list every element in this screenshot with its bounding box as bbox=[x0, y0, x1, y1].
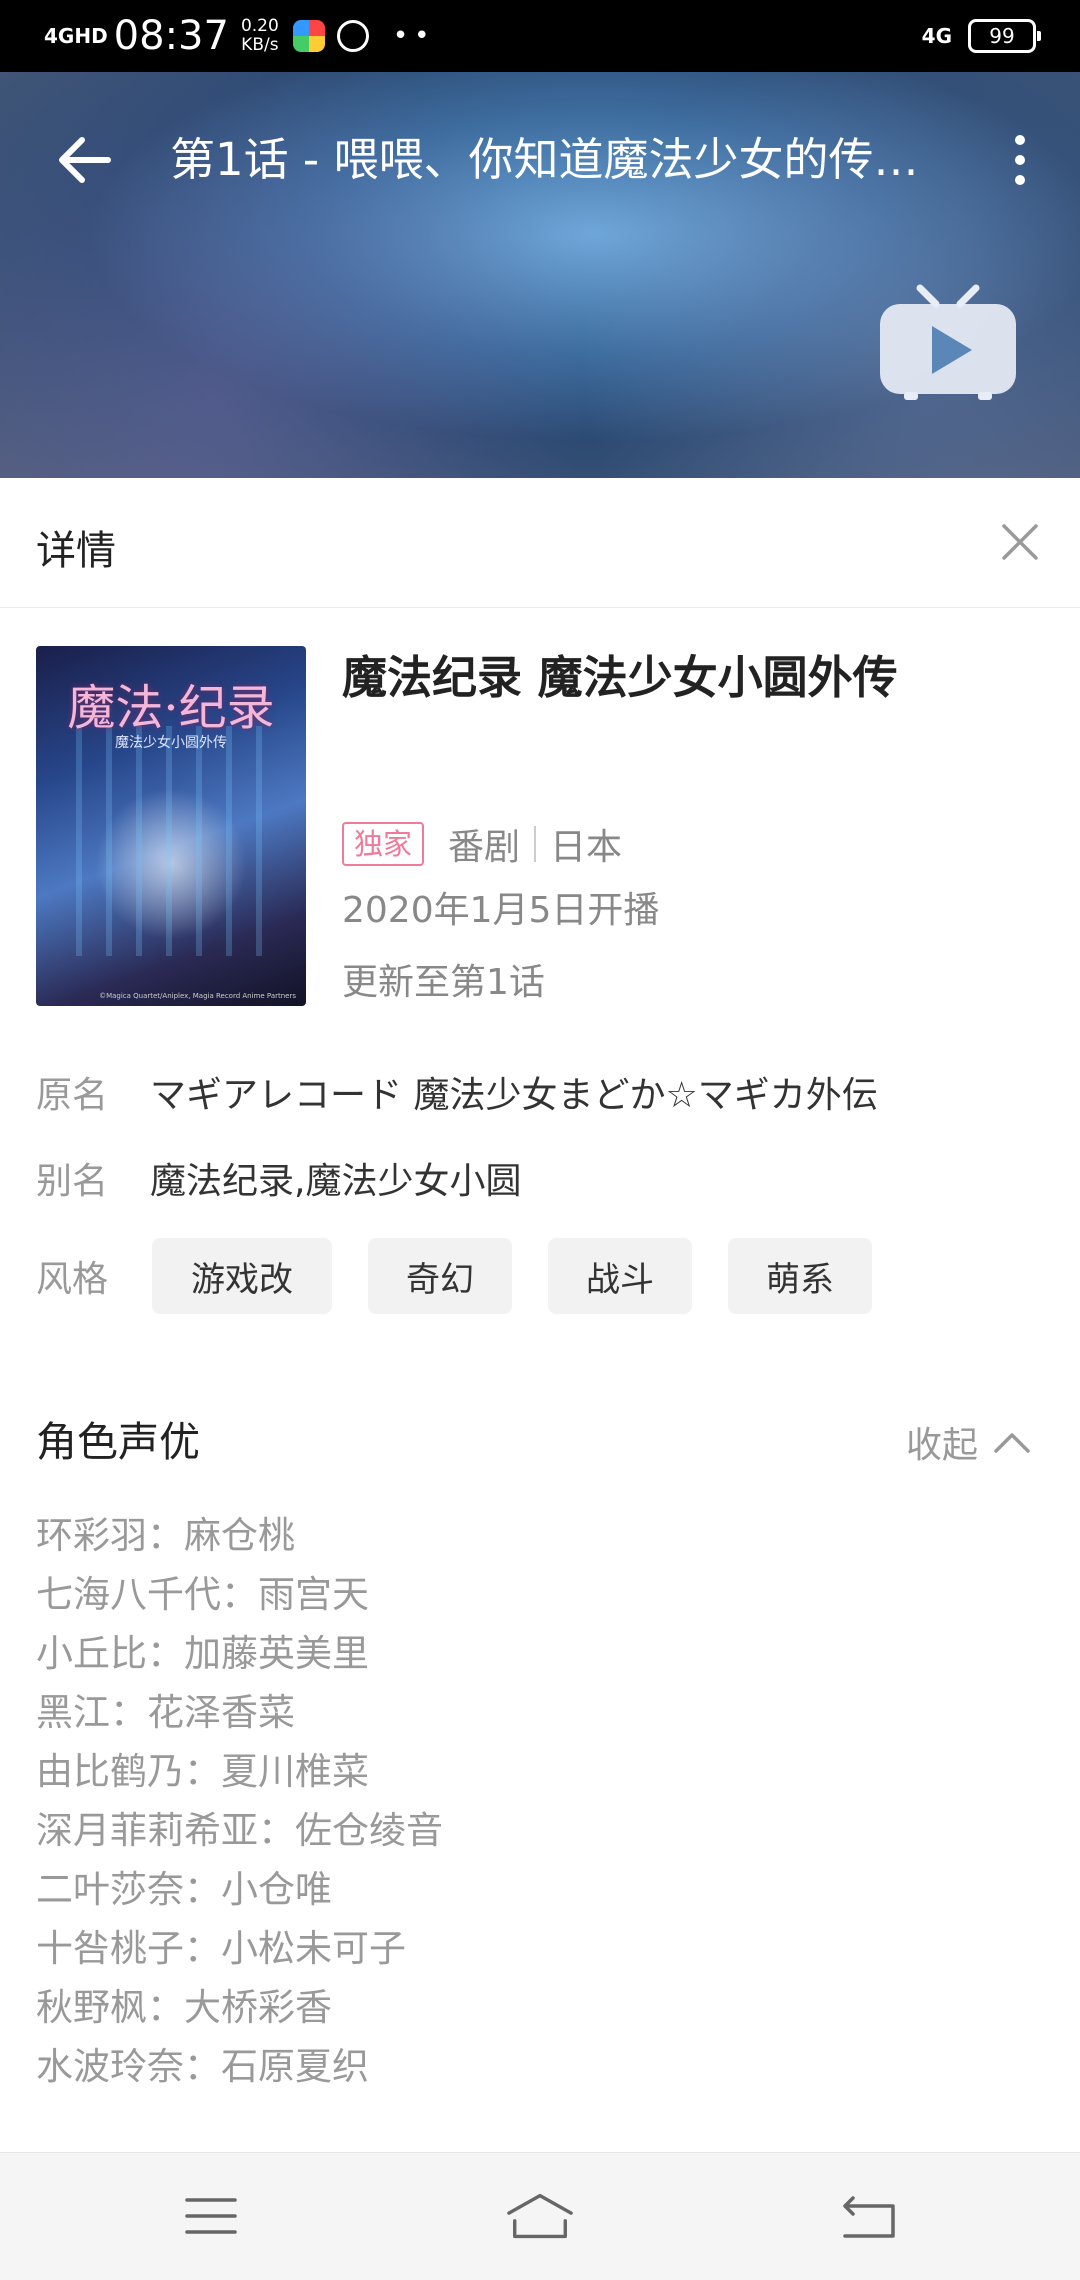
alias-value: 魔法纪录,魔法少女小圆 bbox=[150, 1161, 522, 1202]
poster-subtitle: 魔法少女小圆外传 bbox=[115, 735, 227, 751]
network-speed: 0.20 KB/s bbox=[241, 17, 279, 55]
style-label: 风格 bbox=[36, 1259, 109, 1300]
anime-type: 番剧 bbox=[448, 827, 521, 868]
collapse-label: 收起 bbox=[906, 1425, 979, 1466]
network-type-icon: 4G bbox=[921, 24, 952, 48]
cast-item: 水波玲奈：石原夏织 bbox=[36, 2045, 369, 2088]
cast-section-title: 角色声优 bbox=[36, 1418, 200, 1466]
more-vertical-icon-dot bbox=[1015, 175, 1025, 185]
more-options-button[interactable] bbox=[1000, 124, 1040, 196]
status-bar: 4GHD 08:37 0.20 KB/s •• 4G 99 bbox=[0, 0, 1080, 72]
back-button[interactable] bbox=[48, 124, 120, 196]
cast-item: 七海八千代：雨宫天 bbox=[36, 1573, 369, 1616]
home-button[interactable] bbox=[505, 2183, 575, 2249]
style-tag[interactable]: 萌系 bbox=[728, 1238, 872, 1314]
cast-list: 环彩羽：麻仓桃 七海八千代：雨宫天 小丘比：加藤英美里 黑江：花泽香菜 由比鹤乃… bbox=[36, 1506, 443, 2096]
tv-play-icon[interactable] bbox=[876, 282, 1020, 402]
cast-item: 十咎桃子：小松未可子 bbox=[36, 1927, 406, 1970]
poster-credit: ©Magica Quartet/Aniplex, Magia Record An… bbox=[99, 992, 296, 1000]
original-name-value: マギアレコード 魔法少女まどか☆マギカ外伝 bbox=[150, 1075, 878, 1116]
anime-poster: 魔法·纪录 魔法少女小圆外传 ©Magica Quartet/Aniplex, … bbox=[36, 646, 306, 1006]
cast-item: 小丘比：加藤英美里 bbox=[36, 1632, 369, 1675]
original-name-row: 原名 マギアレコード 魔法少女まどか☆マギカ外伝 bbox=[36, 1062, 878, 1122]
alias-label: 别名 bbox=[36, 1161, 109, 1202]
update-status: 更新至第1话 bbox=[342, 962, 545, 1003]
anime-meta: 独家 番剧 日本 bbox=[342, 818, 622, 870]
close-icon[interactable] bbox=[1000, 522, 1040, 562]
detail-panel-header: 详情 bbox=[0, 478, 1080, 608]
cast-item: 深月菲莉希亚：佐仓绫音 bbox=[36, 1809, 443, 1852]
exclusive-badge: 独家 bbox=[342, 822, 425, 866]
system-nav-bar bbox=[0, 2152, 1080, 2280]
cast-item: 秋野枫：大桥彩香 bbox=[36, 1986, 332, 2029]
original-name-label: 原名 bbox=[36, 1075, 109, 1116]
more-notifications-icon: •• bbox=[392, 21, 436, 51]
meta-divider bbox=[534, 826, 537, 862]
video-player-header[interactable]: 第1话 - 喂喂、你知道魔法少女的传闻吗？ bbox=[0, 72, 1080, 478]
more-vertical-icon-dot bbox=[1015, 135, 1025, 145]
alias-row: 别名 魔法纪录,魔法少女小圆 bbox=[36, 1148, 521, 1208]
back-icon bbox=[843, 2196, 895, 2238]
arrow-left-icon bbox=[59, 137, 111, 183]
cast-item: 黑江：花泽香菜 bbox=[36, 1691, 295, 1734]
anime-region: 日本 bbox=[550, 827, 623, 868]
browser-notification-icon bbox=[336, 20, 369, 52]
anime-title: 魔法纪录 魔法少女小圆外传 bbox=[342, 651, 898, 704]
menu-icon bbox=[185, 2198, 237, 2234]
style-tags: 游戏改 奇幻 战斗 萌系 bbox=[152, 1238, 872, 1314]
collapse-button[interactable]: 收起 bbox=[906, 1412, 1032, 1472]
network-speed-unit: KB/s bbox=[241, 35, 279, 55]
poster-logo: 魔法·纪录 bbox=[67, 680, 275, 736]
home-icon bbox=[507, 2193, 573, 2239]
style-tag[interactable]: 游戏改 bbox=[152, 1238, 332, 1314]
signal-icon: 4GHD bbox=[44, 24, 108, 48]
episode-title: 第1话 - 喂喂、你知道魔法少女的传闻吗？ bbox=[170, 133, 930, 186]
detail-title: 详情 bbox=[36, 528, 116, 574]
cast-item: 环彩羽：麻仓桃 bbox=[36, 1514, 295, 1557]
app-notification-icon bbox=[292, 20, 325, 52]
status-time: 08:37 bbox=[113, 13, 229, 59]
style-row: 风格 bbox=[36, 1246, 150, 1306]
battery-level: 99 bbox=[989, 24, 1015, 48]
style-tag[interactable]: 奇幻 bbox=[368, 1238, 512, 1314]
cast-item: 二叶莎奈：小仓唯 bbox=[36, 1868, 332, 1911]
back-nav-button[interactable] bbox=[834, 2183, 904, 2249]
battery-icon: 99 bbox=[968, 19, 1041, 53]
cast-item: 由比鹤乃：夏川椎菜 bbox=[36, 1750, 369, 1793]
more-vertical-icon-dot bbox=[1015, 155, 1025, 165]
style-tag[interactable]: 战斗 bbox=[548, 1238, 692, 1314]
chevron-up-icon bbox=[994, 1433, 1030, 1453]
network-speed-value: 0.20 bbox=[240, 16, 279, 36]
recents-button[interactable] bbox=[176, 2183, 246, 2249]
air-date: 2020年1月5日开播 bbox=[342, 890, 660, 931]
